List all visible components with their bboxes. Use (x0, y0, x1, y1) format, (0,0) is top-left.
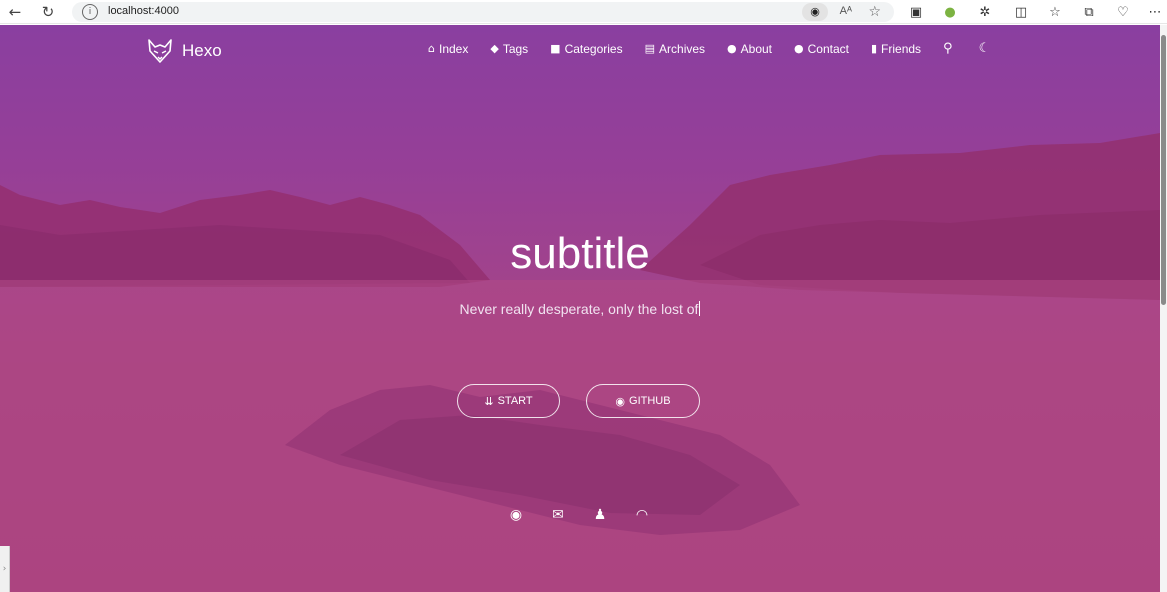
nav-label: Tags (502, 41, 529, 56)
page-scrollbar[interactable] (1160, 25, 1167, 592)
github-icon: ◉ (615, 394, 626, 408)
nav-friends[interactable]: ▮ Friends (871, 42, 921, 56)
eye-icon[interactable]: ◉ (802, 3, 828, 21)
read-aloud-icon[interactable]: Aᴬ (840, 5, 852, 17)
tag-icon: ◆ (490, 42, 499, 55)
rss-icon[interactable]: ◠ (631, 504, 653, 526)
github-label: GITHUB (629, 395, 671, 407)
browser-essentials-icon[interactable]: ♡ (1113, 2, 1133, 22)
favorite-star-icon[interactable]: ☆ (868, 3, 881, 20)
address-book-icon: ▮ (870, 42, 878, 55)
site-info-icon[interactable]: i (82, 4, 98, 20)
mail-icon[interactable]: ✉ (547, 504, 569, 526)
collections-icon[interactable]: ⧉ (1079, 2, 1099, 22)
nav-label: About (740, 41, 772, 56)
extension-green-icon[interactable]: ● (940, 2, 960, 22)
hero-banner: Hexo ⌂ Index ◆ Tags ■ Categories ▤ Archi… (0, 25, 1160, 592)
github-button[interactable]: ◉ GITHUB (586, 384, 700, 418)
comments-icon: ● (794, 42, 804, 55)
typed-text: Never really desperate, only the lost of (459, 301, 699, 317)
side-drawer-handle[interactable]: › (0, 546, 10, 592)
nav-about[interactable]: ● About (727, 42, 772, 56)
hero-title: subtitle (510, 229, 650, 278)
scrollbar-thumb[interactable] (1161, 35, 1166, 305)
home-icon: ⌂ (428, 42, 435, 55)
nav-label: Index (438, 41, 469, 56)
nav-label: Contact (807, 41, 849, 56)
nav-contact[interactable]: ● Contact (794, 42, 849, 56)
start-button[interactable]: ⇊ START (457, 384, 560, 418)
nav-label: Archives (659, 41, 706, 56)
extensions-puzzle-icon[interactable]: ✲ (975, 2, 995, 22)
more-menu-icon[interactable]: ⋯ (1145, 2, 1165, 22)
extension-icon[interactable]: ▣ (906, 2, 926, 22)
social-links: ◉ ✉ ♟ ◠ (505, 504, 673, 526)
nav-label: Friends (881, 41, 922, 56)
github-icon[interactable]: ◉ (505, 504, 527, 526)
reload-icon[interactable]: ↻ (38, 2, 58, 22)
moon-icon[interactable]: ☾ (979, 41, 991, 56)
nav-tags[interactable]: ◆ Tags (490, 42, 528, 56)
start-label: START (497, 395, 533, 407)
nav-categories[interactable]: ■ Categories (550, 42, 622, 56)
bookmark-icon: ■ (550, 42, 561, 55)
hero-description: Never really desperate, only the lost of (0, 301, 1160, 317)
nav-label: Categories (564, 41, 623, 56)
user-circle-icon: ● (727, 42, 737, 55)
main-nav: ⌂ Index ◆ Tags ■ Categories ▤ Archives ●… (428, 41, 1016, 56)
double-chevron-down-icon: ⇊ (484, 394, 494, 408)
archive-icon: ▤ (644, 42, 656, 55)
brand-name: Hexo (182, 41, 222, 60)
browser-toolbar: ← ↻ i localhost:4000 ◉ Aᴬ ☆ ▣ ● ✲ ◫ ☆ ⧉ … (0, 0, 1167, 24)
site-brand[interactable]: Hexo (146, 37, 222, 65)
url-text[interactable]: localhost:4000 (108, 5, 179, 17)
typing-cursor (699, 301, 701, 316)
address-bar[interactable]: i localhost:4000 ◉ Aᴬ ☆ (72, 2, 894, 22)
split-screen-icon[interactable]: ◫ (1011, 2, 1031, 22)
fox-logo-icon (148, 39, 172, 63)
qq-icon[interactable]: ♟ (589, 504, 611, 526)
nav-archives[interactable]: ▤ Archives (645, 42, 705, 56)
nav-index[interactable]: ⌂ Index (428, 42, 468, 56)
back-icon[interactable]: ← (5, 2, 25, 22)
search-icon[interactable]: ⚲ (943, 41, 953, 56)
favorites-icon[interactable]: ☆ (1045, 2, 1065, 22)
